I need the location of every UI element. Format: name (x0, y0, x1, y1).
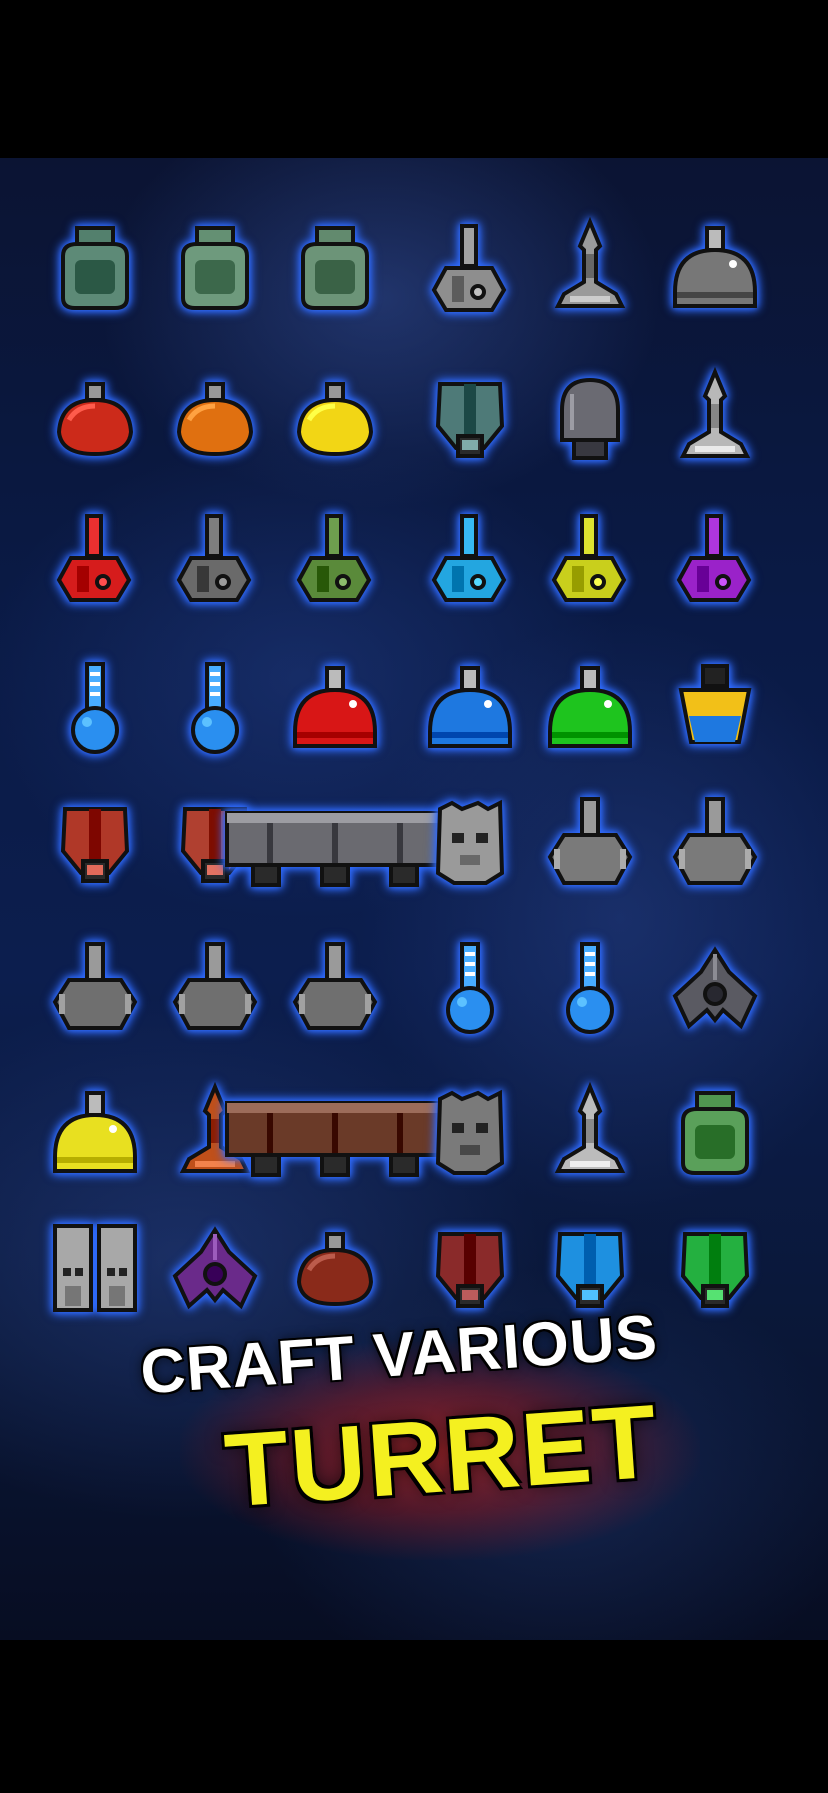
gray-dome-turret-icon (667, 220, 763, 316)
triple-barrel-turret-icon (225, 795, 445, 891)
yellow-blob-turret-icon (287, 370, 383, 466)
winged-turret-icon (667, 940, 763, 1036)
crimson-turret-icon (287, 1220, 383, 1316)
green-cannon-turret-icon (287, 510, 383, 606)
red-pod-turret-icon (47, 795, 143, 891)
lime-cannon-turret-icon (542, 510, 638, 606)
yellow-dome-turret-icon (47, 1085, 143, 1181)
pink-fin-turret-icon (167, 940, 263, 1036)
twin-skull-turret-icon (47, 1220, 143, 1316)
green-gem-turret-icon (667, 1085, 763, 1181)
blue-fin-turret-icon (667, 795, 763, 891)
twin-pot-turret-icon (167, 220, 263, 316)
green-dome-turret-icon (542, 660, 638, 756)
gray-neck-flask-turret-icon (542, 940, 638, 1036)
blue-dome-turret-icon (422, 660, 518, 756)
purple-wing-turret-icon (167, 1220, 263, 1316)
cauldron-turret-icon (47, 220, 143, 316)
spire-turret-icon (542, 216, 638, 316)
red-fin-turret-icon (542, 795, 638, 891)
capsule-turret-icon (542, 370, 638, 466)
blue-flask-turret-icon (47, 660, 143, 756)
green-fin-turret-icon (47, 940, 143, 1036)
blue-tube-turret-icon (167, 660, 263, 756)
teal-pod-turret-icon (422, 370, 518, 466)
red-blob-turret-icon (47, 370, 143, 466)
orange-blob-turret-icon (167, 370, 263, 466)
dark-red-pod-turret-icon (422, 1220, 518, 1316)
dark-cannon-turret-icon (167, 510, 263, 606)
jar-turret-icon (287, 220, 383, 316)
skull-turret-icon (422, 795, 518, 891)
blue-tower-turret-icon (542, 1220, 638, 1316)
small-blue-flask-turret-icon (422, 940, 518, 1036)
red-cannon-turret-icon (47, 510, 143, 606)
red-dome-turret-icon (287, 660, 383, 756)
silver-spire-turret-icon (667, 366, 763, 466)
gray-cannon-turret-icon (422, 220, 518, 316)
chest-turret-icon (225, 1085, 445, 1181)
yellow-fin-turret-icon (287, 940, 383, 1036)
purple-cannon-turret-icon (667, 510, 763, 606)
claw-turret-icon (542, 1081, 638, 1181)
gray-block-turret-icon (422, 1085, 518, 1181)
gold-cup-turret-icon (667, 660, 763, 756)
cyan-cannon-turret-icon (422, 510, 518, 606)
